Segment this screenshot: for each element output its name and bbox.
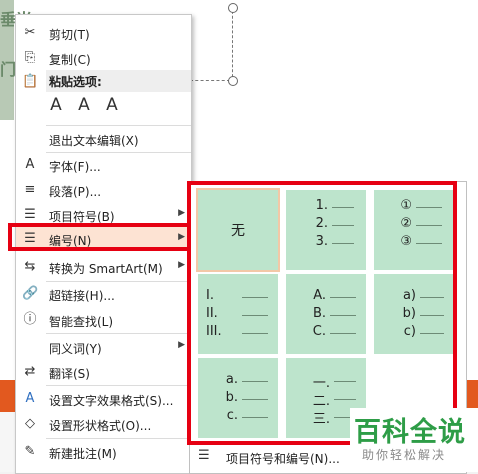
smart-lookup-icon: ⓘ <box>23 312 37 327</box>
menu-item-new-comment[interactable]: ✎ 新建批注(M) <box>16 440 191 465</box>
menu-item-copy[interactable]: ⎘ 复制(C) <box>16 46 191 71</box>
menu-separator <box>46 438 191 439</box>
menu-item-label: 转换为 SmartArt(M) <box>49 262 163 276</box>
menu-item-label: 智能查找(L) <box>49 315 114 329</box>
shape-format-icon: ◇ <box>25 416 35 431</box>
new-comment-icon: ✎ <box>24 444 36 459</box>
menu-separator <box>46 385 191 386</box>
bullets-icon: ☰ <box>24 207 36 222</box>
resize-handle-top[interactable] <box>228 3 238 13</box>
menu-item-text-effects[interactable]: A 设置文字效果格式(S)... <box>16 387 191 412</box>
menu-item-label: 同义词(Y) <box>49 342 102 356</box>
menu-item-label: 新建批注(M) <box>49 447 117 461</box>
paste-icon: 📋 <box>22 74 39 89</box>
menu-item-synonyms[interactable]: 同义词(Y) ▶ <box>16 335 191 360</box>
menu-item-label: 段落(P)... <box>49 185 102 199</box>
bullets-and-numbering-label: 项目符号和编号(N)... <box>226 452 340 466</box>
menu-item-label: 字体(F)... <box>49 160 101 174</box>
menu-item-label: 退出文本编辑(X) <box>49 134 139 148</box>
paste-keep-source-icon[interactable]: A <box>46 95 66 119</box>
menu-item-label: 设置文字效果格式(S)... <box>49 394 174 408</box>
paste-merge-format-icon[interactable]: A <box>74 95 94 119</box>
menu-item-translate[interactable]: ⇄ 翻译(S) <box>16 360 191 385</box>
menu-separator <box>46 125 191 126</box>
paste-text-only-icon[interactable]: A <box>102 95 122 119</box>
menu-item-label: 超链接(H)... <box>49 289 115 303</box>
menu-item-label: 设置形状格式(O)... <box>49 419 152 433</box>
slide-text-mid: 门 <box>0 60 17 79</box>
translate-icon: ⇄ <box>24 364 36 379</box>
menu-item-exit-text-edit[interactable]: 退出文本编辑(X) <box>16 127 191 152</box>
text-effects-icon: A <box>25 391 35 406</box>
copy-icon: ⎘ <box>24 50 36 65</box>
chevron-right-icon: ▶ <box>178 260 185 270</box>
menu-item-shape-format[interactable]: ◇ 设置形状格式(O)... <box>16 412 191 437</box>
watermark-subtitle: 助你轻松解决 <box>362 448 447 462</box>
menu-item-paragraph[interactable]: ≡ 段落(P)... <box>16 178 191 203</box>
menu-item-cut[interactable]: ✂ 剪切(T) <box>16 21 191 46</box>
annotation-box-gallery <box>187 181 457 445</box>
menu-item-label: 剪切(T) <box>49 28 90 42</box>
menu-item-font[interactable]: A 字体(F)... <box>16 153 191 178</box>
menu-item-smartart[interactable]: ⇆ 转换为 SmartArt(M) ▶ <box>16 255 191 280</box>
watermark-title: 百科全说 <box>354 417 466 448</box>
paste-options-header: 粘贴选项: <box>46 70 191 92</box>
menu-item-label: 复制(C) <box>49 53 91 67</box>
menu-item-label: 翻译(S) <box>49 367 90 381</box>
font-icon: A <box>25 157 35 172</box>
textbox-frame <box>224 6 233 82</box>
numbering-icon: ☰ <box>198 448 210 463</box>
hyperlink-icon: 🔗 <box>22 286 39 301</box>
menu-separator <box>46 333 191 334</box>
paste-options-label: 粘贴选项: <box>49 75 102 89</box>
resize-handle-bottom[interactable] <box>228 76 238 86</box>
scissors-icon: ✂ <box>24 25 36 40</box>
chevron-right-icon: ▶ <box>178 340 185 350</box>
menu-item-hyperlink[interactable]: 🔗 超链接(H)... <box>16 282 191 307</box>
menu-item-smart-lookup[interactable]: ⓘ 智能查找(L) <box>16 308 191 333</box>
textbox-frame-bottom <box>190 80 230 81</box>
annotation-box-numbering <box>8 223 191 251</box>
paragraph-icon: ≡ <box>24 182 36 197</box>
smartart-icon: ⇆ <box>24 259 36 274</box>
chevron-right-icon: ▶ <box>178 208 185 218</box>
